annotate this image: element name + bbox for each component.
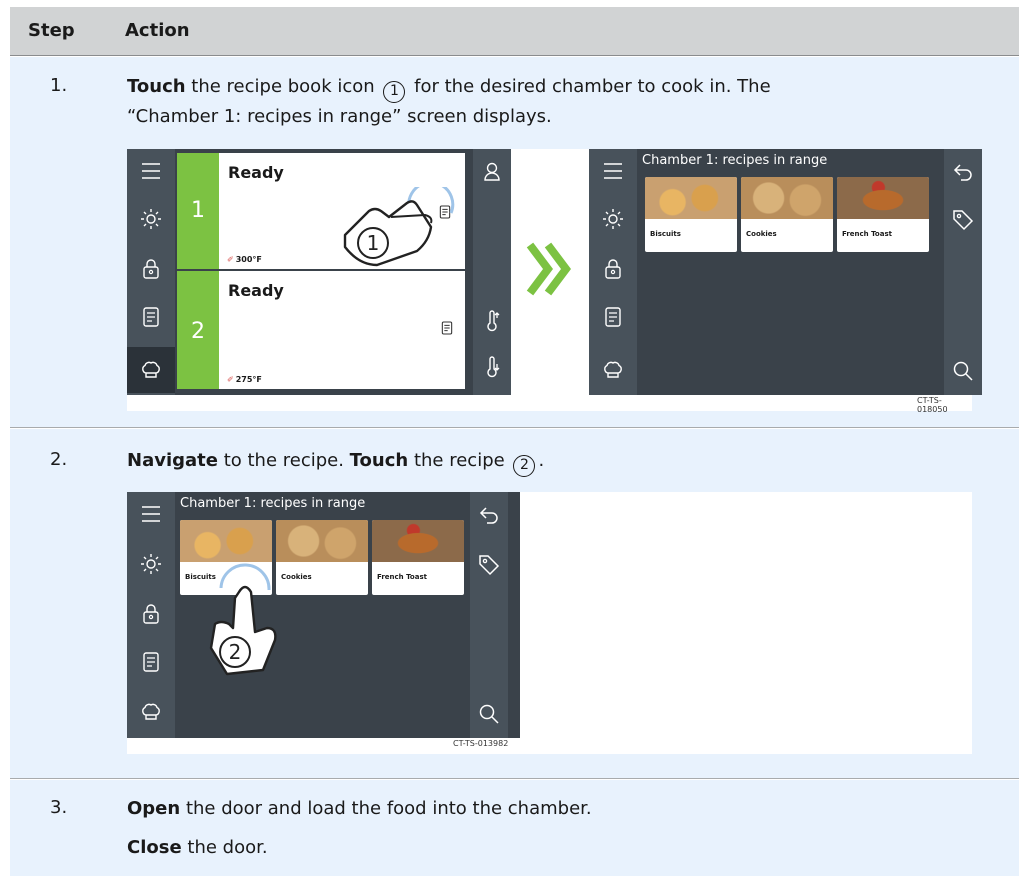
recipe-photo: [372, 520, 464, 562]
instruction-text: .: [538, 450, 545, 471]
touch-hand-icon: 2: [209, 563, 277, 676]
action-column-header: Action: [125, 20, 190, 41]
chamber-temp: ✐ 300°F: [227, 255, 262, 264]
chef-hat-icon[interactable]: [601, 358, 625, 382]
recipes-screen: Chamber 1: recipes in range Biscuits Coo…: [589, 149, 982, 395]
tag-icon[interactable]: [951, 207, 975, 231]
step-row-3: 3. Open the door and load the food into …: [10, 780, 1019, 876]
right-nav: [470, 492, 508, 738]
screen-title: Chamber 1: recipes in range: [180, 496, 366, 511]
recipe-label: Biscuits: [650, 230, 681, 238]
step-instruction: Navigate to the recipe. Touch the recipe…: [127, 447, 544, 477]
menu-icon[interactable]: [601, 159, 625, 183]
recipe-photo: [837, 177, 929, 219]
instruction-text: the recipe book icon: [185, 76, 375, 97]
chamber-number: 2: [191, 319, 205, 344]
chamber-status: Ready: [228, 163, 284, 182]
instruction-verb: Close: [127, 837, 182, 858]
recipe-photo: [276, 520, 368, 562]
instruction-verb: Touch: [349, 450, 409, 471]
chef-hat-person-icon[interactable]: [480, 159, 504, 183]
instruction-text: the recipe: [408, 450, 505, 471]
recipe-book-icon[interactable]: [139, 650, 163, 674]
chamber-number: 1: [191, 198, 205, 223]
screen-title: Chamber 1: recipes in range: [642, 153, 828, 168]
step-number: 2.: [50, 449, 68, 470]
chamber-card-2[interactable]: 2 Ready ✐ 275°F: [177, 271, 465, 389]
chambers-screen: 1 Ready ✐ 300°F 2 Ready ✐ 275°F 1: [127, 149, 511, 395]
thermometer-icon[interactable]: [480, 355, 504, 379]
sun-icon[interactable]: [601, 207, 625, 231]
left-nav: [589, 149, 637, 395]
back-arrow-icon[interactable]: [477, 502, 501, 526]
recipe-card-french-toast[interactable]: French Toast: [837, 177, 929, 252]
lock-icon[interactable]: [601, 257, 625, 281]
recipe-label: Cookies: [746, 230, 777, 238]
step-instruction: Open the door and load the food into the…: [127, 795, 592, 823]
chamber-status: Ready: [228, 281, 284, 300]
search-icon[interactable]: [477, 702, 501, 726]
step-number: 1.: [50, 75, 68, 96]
instruction-verb: Open: [127, 798, 181, 819]
recipe-book-icon[interactable]: [139, 305, 163, 329]
recipe-label: French Toast: [377, 573, 427, 581]
recipe-card-cookies[interactable]: Cookies: [741, 177, 833, 252]
table-header: Step Action: [10, 7, 1019, 56]
step-number: 3.: [50, 797, 68, 818]
step-row-2: 2. Navigate to the recipe. Touch the rec…: [10, 429, 1019, 779]
recipe-book-icon[interactable]: [439, 319, 455, 337]
recipes-screen: Chamber 1: recipes in range Biscuits Coo…: [127, 492, 520, 738]
left-nav: [127, 149, 175, 395]
instruction-text: to the recipe.: [217, 450, 350, 471]
instruction-text: for the desired chamber to cook in. The: [408, 76, 771, 97]
lock-icon[interactable]: [139, 257, 163, 281]
probe-thermometer-icon[interactable]: [480, 309, 504, 333]
right-nav: [473, 149, 511, 395]
recipe-card-biscuits[interactable]: Biscuits: [645, 177, 737, 252]
touch-hand-icon: 1: [343, 187, 455, 267]
chef-hat-icon[interactable]: [139, 358, 163, 382]
double-chevron-icon: [526, 242, 571, 296]
sun-icon[interactable]: [139, 552, 163, 576]
chef-hat-icon[interactable]: [139, 700, 163, 724]
left-nav: [127, 492, 175, 738]
instruction-text: the door.: [181, 837, 268, 858]
step-instruction: Touch the recipe book icon 1 for the des…: [127, 73, 771, 131]
chamber-temp: ✐ 275°F: [227, 375, 262, 384]
back-arrow-icon[interactable]: [951, 159, 975, 183]
recipe-label: French Toast: [842, 230, 892, 238]
recipe-card-french-toast[interactable]: French Toast: [372, 520, 464, 595]
lock-icon[interactable]: [139, 602, 163, 626]
tag-icon[interactable]: [477, 552, 501, 576]
callout-marker: 2: [513, 455, 536, 477]
figure-select-recipe: Chamber 1: recipes in range Biscuits Coo…: [127, 492, 972, 754]
right-nav: [944, 149, 982, 395]
step-row-1: 1. Touch the recipe book icon 1 for the …: [10, 57, 1019, 428]
figure-code: CT-TS-013982: [453, 739, 509, 748]
step-column-header: Step: [28, 20, 75, 41]
figure-code: CT-TS-018050: [917, 396, 948, 414]
callout-number: 2: [229, 640, 242, 664]
step-instruction: Close the door.: [127, 834, 268, 862]
instruction-verb: Navigate: [127, 450, 218, 471]
sun-icon[interactable]: [139, 207, 163, 231]
figure-chamber-to-recipes: 1 Ready ✐ 300°F 2 Ready ✐ 275°F 1 Chambe…: [127, 149, 982, 414]
instruction-text: the door and load the food into the cham…: [180, 798, 592, 819]
probe-icon: ✐: [227, 255, 234, 264]
recipe-photo: [645, 177, 737, 219]
recipe-book-icon[interactable]: [601, 305, 625, 329]
search-icon[interactable]: [951, 359, 975, 383]
instruction-verb: Touch: [127, 76, 186, 97]
instruction-text: “Chamber 1: recipes in range” screen dis…: [127, 106, 552, 127]
probe-icon: ✐: [227, 375, 234, 384]
recipe-photo: [741, 177, 833, 219]
callout-number: 1: [367, 231, 380, 255]
callout-marker: 1: [383, 81, 406, 103]
menu-icon[interactable]: [139, 502, 163, 526]
menu-icon[interactable]: [139, 159, 163, 183]
recipe-photo: [180, 520, 272, 562]
